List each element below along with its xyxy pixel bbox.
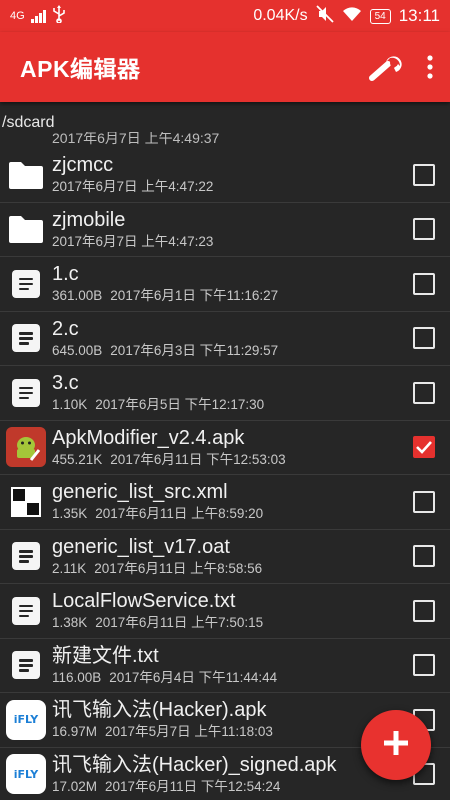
file-row[interactable]: zjcmcc 2017年6月7日 上午4:47:22 [0,148,450,203]
file-row[interactable]: ApkModifier_v2.4.apk 455.21K 2017年6月11日 下午… [0,420,450,475]
checkbox-empty-icon [413,599,435,622]
file-name: generic_list_v17.oat [52,535,230,558]
file-name: 3.c [52,372,79,395]
wifi-icon [342,6,362,27]
ifly-app-icon: iFLY [0,747,52,800]
document-icon [0,366,52,420]
file-row[interactable]: 2.c 645.00B 2017年6月3日 下午11:29:57 [0,311,450,366]
file-date: 2017年6月11日 上午8:59:20 [95,506,264,522]
folder-icon [0,148,52,202]
file-size: 17.02M [52,778,98,794]
file-date: 2017年6月3日 下午11:29:57 [110,342,279,358]
document-icon [0,638,52,692]
file-row[interactable]: zjmobile 2017年6月7日 上午4:47:23 [0,202,450,257]
checkbox-empty-icon [413,654,435,677]
app-title: APK编辑器 [20,56,141,82]
file-name: ApkModifier_v2.4.apk [52,426,245,449]
mute-icon [315,4,334,28]
file-date: 2017年6月11日 上午8:58:56 [94,560,263,576]
file-name: 2.c [52,317,79,340]
usb-icon [52,4,66,28]
document-icon [0,311,52,365]
file-row[interactable]: generic_list_v17.oat 2.11K 2017年6月11日 上午8:… [0,529,450,584]
file-row[interactable]: generic_list_src.xml 1.35K 2017年6月11日 上午8:… [0,475,450,530]
select-checkbox[interactable] [398,420,450,474]
checkbox-empty-icon [413,163,435,186]
file-date: 2017年5月7日 上午11:18:03 [105,724,273,740]
checkbox-empty-icon [413,381,435,404]
file-name: zjmobile [52,208,126,231]
file-row[interactable]: LocalFlowService.txt 1.38K 2017年6月11日 上午7:… [0,584,450,639]
checkbox-empty-icon [413,545,435,568]
checkbox-empty-icon [413,218,435,241]
document-icon [0,257,52,311]
file-name: generic_list_src.xml [52,481,228,504]
checkbox-empty-icon [413,327,435,350]
select-checkbox[interactable] [398,475,450,529]
file-date: 2017年6月11日 上午7:50:15 [95,615,264,631]
app-bar: APK编辑器 [0,32,450,102]
file-size: 455.21K [52,451,103,467]
file-size: 1.10K [52,397,88,413]
add-icon [382,729,410,762]
checkbox-checked-icon [413,436,435,459]
select-checkbox[interactable] [398,202,450,256]
file-name: zjcmcc [52,154,114,177]
file-date: 2017年6月11日 下午12:54:24 [105,778,281,794]
clock: 13:11 [398,6,440,25]
file-date: 2017年6月7日 上午4:47:22 [52,179,214,195]
file-row[interactable]: 3.c 1.10K 2017年6月5日 下午12:17:30 [0,366,450,421]
file-date: 2017年6月7日 上午4:47:23 [52,233,214,249]
file-list: zjcmcc 2017年6月7日 上午4:47:22 zjmobile 2017年6月… [0,148,450,800]
select-checkbox[interactable] [398,529,450,583]
file-date: 2017年6月4日 下午11:44:44 [109,669,278,685]
file-date: 2017年6月5日 下午12:17:30 [95,397,265,413]
ifly-app-icon: iFLY [0,693,52,747]
document-icon [0,529,52,583]
file-name: 新建文件.txt [52,644,159,667]
file-size: 16.97M [52,724,98,740]
select-checkbox[interactable] [398,638,450,692]
battery-icon: 54 [369,8,391,24]
file-name: 1.c [52,263,79,286]
file-size: 2.11K [52,560,87,576]
file-name: 讯飞输入法(Hacker)_signed.apk [52,753,337,776]
file-name: LocalFlowService.txt [52,590,236,613]
select-checkbox[interactable] [398,584,450,638]
file-row[interactable]: 1.c 361.00B 2017年6月1日 下午11:16:27 [0,257,450,312]
checkbox-empty-icon [413,490,435,513]
current-path: /sdcard [0,102,450,132]
more-vert-icon[interactable] [410,43,450,91]
document-icon [0,584,52,638]
network-type: 4G [10,10,25,22]
xml-file-icon [0,475,52,529]
file-size: 361.00B [52,288,103,304]
add-button[interactable] [361,710,431,780]
file-date: 2017年6月11日 下午12:53:03 [110,451,286,467]
file-name: 讯飞输入法(Hacker).apk [52,699,267,722]
select-checkbox[interactable] [398,366,450,420]
folder-icon [0,202,52,256]
select-checkbox[interactable] [398,257,450,311]
file-size: 1.35K [52,506,88,522]
apk-app-icon [0,420,52,474]
file-size: 1.38K [52,615,88,631]
file-date: 2017年6月1日 下午11:16:27 [110,288,279,304]
wrench-icon[interactable] [362,43,410,91]
file-row[interactable]: 新建文件.txt 116.00B 2017年6月4日 下午11:44:44 [0,638,450,693]
select-checkbox[interactable] [398,148,450,202]
select-checkbox[interactable] [398,311,450,365]
checkbox-empty-icon [413,272,435,295]
file-size: 645.00B [52,342,103,358]
status-bar: 4G 0.04K/s 54 13:11 [0,0,450,32]
file-size: 116.00B [52,669,102,685]
signal-icon [30,9,46,23]
network-speed: 0.04K/s [253,7,308,24]
